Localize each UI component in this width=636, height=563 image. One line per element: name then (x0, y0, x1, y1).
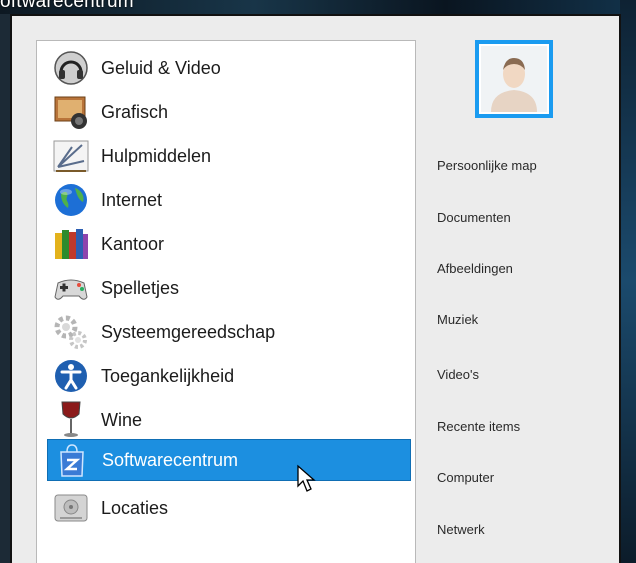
category-list: Geluid & Video Grafisch Hulpmiddelen Int… (36, 40, 416, 563)
gears-icon (51, 312, 91, 352)
category-label: Hulpmiddelen (101, 145, 212, 166)
mouse-pointer-icon (297, 464, 316, 492)
graphics-icon (51, 92, 91, 132)
wine-glass-icon (51, 400, 91, 440)
category-label: Kantoor (101, 233, 165, 254)
place-afbeeldingen[interactable]: Afbeeldingen (437, 261, 513, 276)
gamepad-icon (51, 268, 91, 308)
category-label: Softwarecentrum (102, 449, 239, 470)
headphones-icon (51, 48, 91, 88)
category-label: Toegankelijkheid (101, 365, 235, 386)
tools-icon (51, 136, 91, 176)
category-wine[interactable]: Wine (47, 399, 409, 441)
category-label: Internet (101, 189, 163, 210)
category-softwarecentrum[interactable]: Softwarecentrum (47, 439, 411, 481)
category-toegankelijkheid[interactable]: Toegankelijkheid (47, 355, 409, 397)
accessibility-icon (51, 356, 91, 396)
place-videos[interactable]: Video's (437, 367, 479, 382)
window-title-fragment: oftwarecentrum (0, 0, 134, 12)
category-kantoor[interactable]: Kantoor (47, 223, 409, 265)
category-label: Wine (101, 409, 143, 430)
globe-icon (51, 180, 91, 220)
place-recente-items[interactable]: Recente items (437, 419, 520, 434)
books-icon (51, 224, 91, 264)
software-center-icon (52, 440, 92, 480)
drive-icon (51, 488, 91, 528)
category-grafisch[interactable]: Grafisch (47, 91, 409, 133)
desktop-background-right (620, 0, 636, 563)
category-label: Geluid & Video (101, 57, 221, 78)
place-computer[interactable]: Computer (437, 470, 494, 485)
place-documenten[interactable]: Documenten (437, 210, 511, 225)
category-label: Grafisch (101, 101, 169, 122)
category-label: Systeemgereedschap (101, 321, 276, 342)
user-avatar[interactable] (475, 40, 553, 118)
category-label: Locaties (101, 497, 169, 518)
category-spelletjes[interactable]: Spelletjes (47, 267, 409, 309)
category-systeemgereedschap[interactable]: Systeemgereedschap (47, 311, 409, 353)
category-geluid-video[interactable]: Geluid & Video (47, 47, 409, 89)
category-locaties[interactable]: Locaties (47, 487, 409, 529)
category-label: Spelletjes (101, 277, 180, 298)
user-avatar-icon (481, 46, 547, 112)
category-hulpmiddelen[interactable]: Hulpmiddelen (47, 135, 409, 177)
place-netwerk[interactable]: Netwerk (437, 522, 485, 537)
category-internet[interactable]: Internet (47, 179, 409, 221)
place-persoonlijke-map[interactable]: Persoonlijke map (437, 158, 537, 173)
place-muziek[interactable]: Muziek (437, 312, 478, 327)
